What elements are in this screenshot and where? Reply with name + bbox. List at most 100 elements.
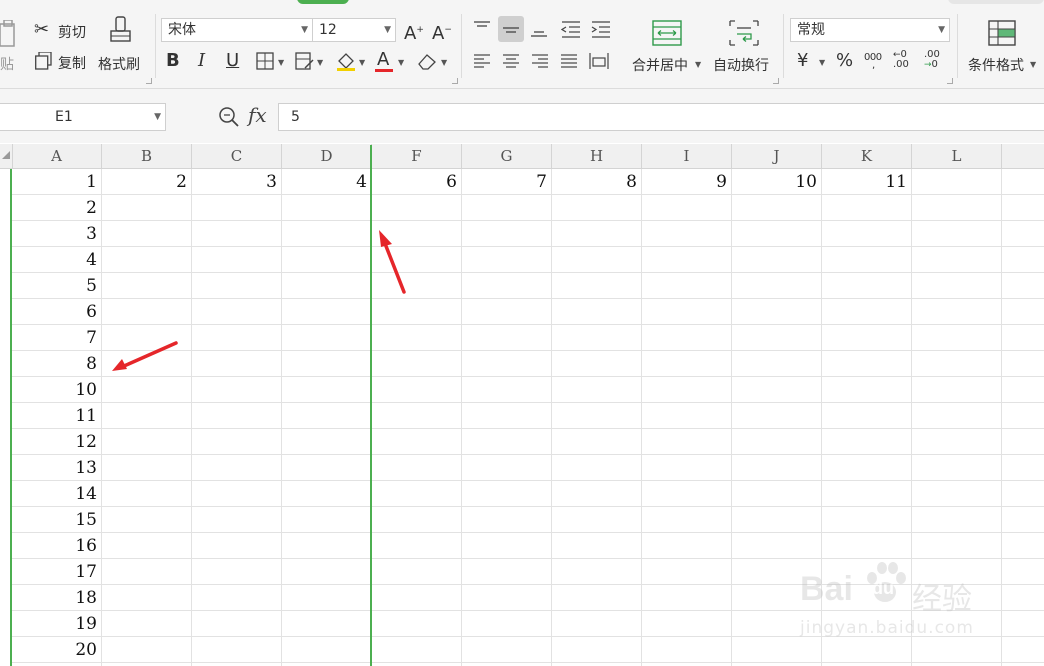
name-box[interactable]: E1 ▼: [0, 103, 166, 131]
font-color-button[interactable]: A: [377, 50, 389, 70]
merge-center-button[interactable]: 合并居中 ▼: [628, 16, 706, 76]
table-cell[interactable]: 3: [192, 169, 277, 195]
table-cell[interactable]: 16: [12, 533, 97, 559]
table-cell[interactable]: 1: [12, 169, 97, 195]
percent-button[interactable]: %: [836, 51, 853, 71]
justify-icon[interactable]: [560, 53, 578, 69]
table-cell[interactable]: 18: [12, 585, 97, 611]
chevron-down-icon[interactable]: ▼: [317, 58, 323, 67]
column-header-h[interactable]: H: [552, 144, 642, 168]
alignment-group-launcher[interactable]: [773, 78, 779, 84]
align-top-icon[interactable]: [473, 20, 491, 36]
eraser-icon[interactable]: [416, 52, 438, 70]
italic-button[interactable]: I: [198, 51, 205, 71]
tab-scroll-area[interactable]: [948, 0, 1044, 4]
wrap-text-button[interactable]: 自动换行: [711, 16, 777, 76]
table-cell[interactable]: 3: [12, 221, 97, 247]
column-header-i[interactable]: I: [642, 144, 732, 168]
column-boundary-selection[interactable]: [370, 145, 372, 666]
column-header-k[interactable]: K: [822, 144, 912, 168]
align-middle-button[interactable]: [498, 16, 524, 42]
table-cell[interactable]: 8: [552, 169, 637, 195]
watermark-brand: Bai: [800, 570, 853, 608]
decrease-font-icon[interactable]: A−: [432, 20, 452, 44]
table-cell[interactable]: 2: [102, 169, 187, 195]
chevron-down-icon[interactable]: ▼: [441, 58, 447, 67]
increase-decimal-button[interactable]: ←0 .00: [893, 50, 917, 72]
table-cell[interactable]: 12: [12, 429, 97, 455]
table-cell[interactable]: 14: [12, 481, 97, 507]
table-cell[interactable]: 4: [12, 247, 97, 273]
table-cell[interactable]: 19: [12, 611, 97, 637]
indent-decrease-icon[interactable]: [561, 20, 581, 38]
number-group-launcher[interactable]: [947, 78, 953, 84]
font-size-select[interactable]: 12 ▼: [312, 18, 396, 42]
table-cell[interactable]: 7: [462, 169, 547, 195]
table-cell[interactable]: 15: [12, 507, 97, 533]
active-tab-indicator[interactable]: [297, 0, 349, 4]
column-header-c[interactable]: C: [192, 144, 282, 168]
column-header-g[interactable]: G: [462, 144, 552, 168]
font-name-value: 宋体: [168, 22, 196, 38]
arrow-right-icon: →: [924, 60, 932, 70]
indent-increase-icon[interactable]: [591, 20, 611, 38]
increase-font-icon[interactable]: A+: [404, 20, 424, 44]
table-cell[interactable]: 10: [12, 377, 97, 403]
table-cell[interactable]: 2: [12, 195, 97, 221]
table-cell[interactable]: 11: [822, 169, 907, 195]
table-cell[interactable]: 4: [282, 169, 367, 195]
table-cell[interactable]: 7: [12, 325, 97, 351]
bold-button[interactable]: B: [166, 51, 180, 71]
font-group-launcher[interactable]: [452, 78, 458, 84]
grid-column-line: [551, 169, 552, 666]
table-cell[interactable]: 8: [12, 351, 97, 377]
distributed-icon[interactable]: [589, 52, 609, 70]
table-cell[interactable]: 11: [12, 403, 97, 429]
font-name-select[interactable]: 宋体 ▼: [161, 18, 313, 42]
table-cell[interactable]: 20: [12, 637, 97, 663]
conditional-format-label: 条件格式: [968, 58, 1024, 74]
chevron-down-icon[interactable]: ▼: [819, 58, 825, 67]
column-header-l[interactable]: L: [912, 144, 1002, 168]
paste-button[interactable]: 贴: [0, 14, 22, 76]
currency-button[interactable]: ¥: [797, 51, 808, 71]
chevron-down-icon: ▼: [384, 25, 391, 35]
table-cell[interactable]: 9: [642, 169, 727, 195]
clipboard-group-launcher[interactable]: [146, 78, 152, 84]
underline-button[interactable]: U: [226, 51, 239, 71]
chevron-down-icon[interactable]: ▼: [398, 58, 404, 67]
number-format-select[interactable]: 常规 ▼: [790, 18, 950, 42]
column-header-j[interactable]: J: [732, 144, 822, 168]
cut-button[interactable]: ✂ 剪切: [34, 20, 94, 42]
copy-button[interactable]: 复制: [34, 51, 94, 73]
table-cell[interactable]: 17: [12, 559, 97, 585]
column-header-a[interactable]: A: [12, 144, 102, 168]
column-header-f[interactable]: F: [372, 144, 462, 168]
align-bottom-icon[interactable]: [530, 22, 548, 38]
column-header-b[interactable]: B: [102, 144, 192, 168]
table-cell[interactable]: 6: [12, 299, 97, 325]
table-cell[interactable]: 6: [372, 169, 457, 195]
grid-row-line: [12, 428, 1044, 429]
decrease-decimal-button[interactable]: .00 →0: [924, 50, 948, 72]
format-painter-label: 格式刷: [98, 57, 140, 73]
fx-button[interactable]: fx: [248, 103, 267, 127]
conditional-format-button[interactable]: 条件格式 ▼: [964, 16, 1044, 76]
format-painter-button[interactable]: 格式刷: [96, 14, 148, 76]
column-header-d[interactable]: D: [282, 144, 372, 168]
align-left-icon[interactable]: [473, 53, 491, 69]
table-cell[interactable]: 5: [12, 273, 97, 299]
formula-input[interactable]: 5: [278, 103, 1044, 131]
table-cell[interactable]: 10: [732, 169, 817, 195]
grid-column-line: [461, 169, 462, 666]
border-icon[interactable]: [256, 52, 274, 70]
fill-color-icon[interactable]: [335, 50, 357, 72]
zoom-icon[interactable]: [218, 106, 240, 128]
cell-style-icon[interactable]: [295, 52, 315, 70]
align-right-icon[interactable]: [531, 53, 549, 69]
column-header-partial[interactable]: [1002, 144, 1044, 168]
table-cell[interactable]: 13: [12, 455, 97, 481]
chevron-down-icon[interactable]: ▼: [359, 58, 365, 67]
align-center-icon[interactable]: [502, 53, 520, 69]
chevron-down-icon[interactable]: ▼: [278, 58, 284, 67]
